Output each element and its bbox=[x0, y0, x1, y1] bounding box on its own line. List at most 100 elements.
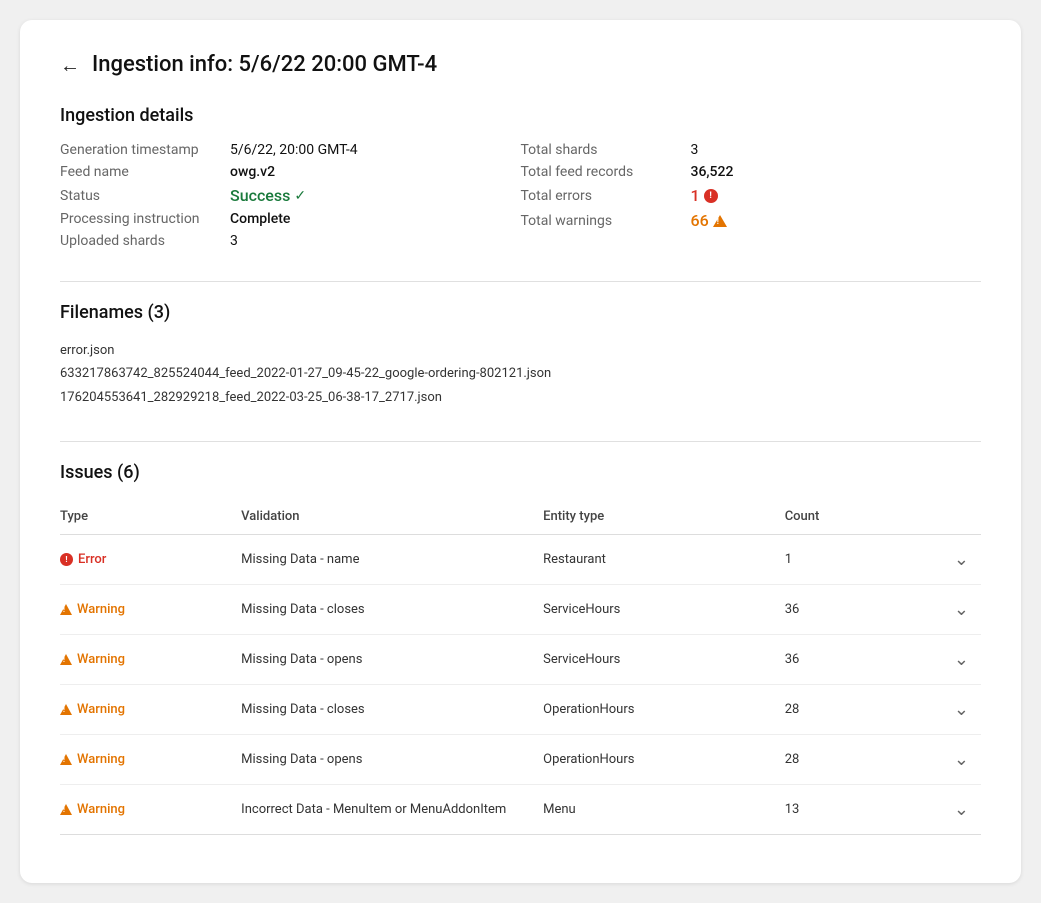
details-left-col: Generation timestamp 5/6/22, 20:00 GMT-4… bbox=[60, 142, 521, 249]
table-row[interactable]: Warning Missing Data - opensOperationHou… bbox=[60, 735, 981, 785]
processing-instruction-label: Processing instruction bbox=[60, 211, 230, 227]
total-errors-value: 1 ! bbox=[691, 186, 718, 205]
chevron-down-icon: ⌄ bbox=[954, 749, 969, 770]
ingestion-details-title: Ingestion details bbox=[60, 105, 981, 126]
table-row[interactable]: Warning Missing Data - closesServiceHour… bbox=[60, 585, 981, 635]
page-header: ← Ingestion info: 5/6/22 20:00 GMT-4 bbox=[60, 52, 981, 77]
processing-instruction-value: Complete bbox=[230, 211, 290, 227]
error-dot-icon: ! bbox=[704, 189, 718, 203]
page-title: Ingestion info: 5/6/22 20:00 GMT-4 bbox=[92, 52, 437, 77]
issues-column-header: Entity type bbox=[543, 499, 785, 535]
type-label: Warning bbox=[77, 602, 125, 617]
issue-count-cell: 36 bbox=[785, 635, 906, 685]
chevron-down-icon: ⌄ bbox=[954, 649, 969, 670]
issue-validation-cell: Missing Data - opens bbox=[241, 635, 543, 685]
type-error: ! Error bbox=[60, 552, 229, 567]
feed-name-label: Feed name bbox=[60, 164, 230, 180]
warning-icon bbox=[60, 604, 72, 615]
details-grid: Generation timestamp 5/6/22, 20:00 GMT-4… bbox=[60, 142, 981, 249]
warning-icon bbox=[60, 654, 72, 665]
status-value: Success ✓ bbox=[230, 186, 306, 205]
issue-validation-cell: Incorrect Data - MenuItem or MenuAddonIt… bbox=[241, 785, 543, 835]
status-label: Status bbox=[60, 188, 230, 204]
issue-validation-cell: Missing Data - closes bbox=[241, 685, 543, 735]
table-row[interactable]: Warning Missing Data - opensServiceHours… bbox=[60, 635, 981, 685]
total-shards-value: 3 bbox=[691, 142, 699, 158]
filename-item: 176204553641_282929218_feed_2022-03-25_0… bbox=[60, 386, 981, 409]
issue-type-cell: Warning bbox=[60, 735, 241, 785]
issue-count-cell: 28 bbox=[785, 685, 906, 735]
issue-entity-type-cell: Restaurant bbox=[543, 535, 785, 585]
issues-table-head: TypeValidationEntity typeCount bbox=[60, 499, 981, 535]
issue-entity-type-cell: Menu bbox=[543, 785, 785, 835]
table-row[interactable]: Warning Incorrect Data - MenuItem or Men… bbox=[60, 785, 981, 835]
uploaded-shards-label: Uploaded shards bbox=[60, 233, 230, 249]
issue-validation-cell: Missing Data - name bbox=[241, 535, 543, 585]
total-feed-records-value: 36,522 bbox=[691, 164, 734, 180]
generation-timestamp-row: Generation timestamp 5/6/22, 20:00 GMT-4 bbox=[60, 142, 521, 158]
expand-row-button[interactable]: ⌄ bbox=[905, 685, 981, 735]
expand-row-button[interactable]: ⌄ bbox=[905, 785, 981, 835]
type-warning: Warning bbox=[60, 752, 229, 767]
issues-table: TypeValidationEntity typeCount ! Error M… bbox=[60, 499, 981, 835]
type-warning: Warning bbox=[60, 702, 229, 717]
warning-icon bbox=[60, 754, 72, 765]
type-label: Warning bbox=[77, 702, 125, 717]
type-label: Warning bbox=[77, 802, 125, 817]
total-warnings-value: 66 bbox=[691, 211, 727, 230]
chevron-down-icon: ⌄ bbox=[954, 549, 969, 570]
filenames-list: error.json633217863742_825524044_feed_20… bbox=[60, 339, 981, 409]
filename-item: 633217863742_825524044_feed_2022-01-27_0… bbox=[60, 362, 981, 385]
details-right-col: Total shards 3 Total feed records 36,522… bbox=[521, 142, 982, 249]
issue-type-cell: Warning bbox=[60, 685, 241, 735]
warning-triangle-icon bbox=[713, 215, 727, 227]
total-shards-label: Total shards bbox=[521, 142, 691, 158]
feed-name-row: Feed name owg.v2 bbox=[60, 164, 521, 180]
total-warnings-row: Total warnings 66 bbox=[521, 211, 982, 230]
table-row[interactable]: ! Error Missing Data - nameRestaurant1 ⌄ bbox=[60, 535, 981, 585]
uploaded-shards-value: 3 bbox=[230, 233, 238, 249]
issues-title: Issues (6) bbox=[60, 462, 981, 483]
total-feed-records-label: Total feed records bbox=[521, 164, 691, 180]
uploaded-shards-row: Uploaded shards 3 bbox=[60, 233, 521, 249]
issues-header-row: TypeValidationEntity typeCount bbox=[60, 499, 981, 535]
status-row: Status Success ✓ bbox=[60, 186, 521, 205]
issue-entity-type-cell: ServiceHours bbox=[543, 635, 785, 685]
issue-validation-cell: Missing Data - opens bbox=[241, 735, 543, 785]
issue-entity-type-cell: OperationHours bbox=[543, 685, 785, 735]
divider-2 bbox=[60, 441, 981, 442]
table-row[interactable]: Warning Missing Data - closesOperationHo… bbox=[60, 685, 981, 735]
total-warnings-label: Total warnings bbox=[521, 213, 691, 229]
expand-column-header bbox=[905, 499, 981, 535]
issues-table-body: ! Error Missing Data - nameRestaurant1⌄ … bbox=[60, 535, 981, 835]
issue-type-cell: Warning bbox=[60, 785, 241, 835]
error-icon: ! bbox=[60, 553, 73, 566]
total-feed-records-row: Total feed records 36,522 bbox=[521, 164, 982, 180]
generation-timestamp-label: Generation timestamp bbox=[60, 142, 230, 158]
total-errors-row: Total errors 1 ! bbox=[521, 186, 982, 205]
expand-row-button[interactable]: ⌄ bbox=[905, 585, 981, 635]
issue-count-cell: 28 bbox=[785, 735, 906, 785]
issue-type-cell: Warning bbox=[60, 635, 241, 685]
type-warning: Warning bbox=[60, 602, 229, 617]
issue-count-cell: 1 bbox=[785, 535, 906, 585]
chevron-down-icon: ⌄ bbox=[954, 799, 969, 820]
issues-column-header: Type bbox=[60, 499, 241, 535]
expand-row-button[interactable]: ⌄ bbox=[905, 635, 981, 685]
back-button[interactable]: ← bbox=[60, 55, 80, 75]
issues-section: Issues (6) TypeValidationEntity typeCoun… bbox=[60, 462, 981, 835]
expand-row-button[interactable]: ⌄ bbox=[905, 535, 981, 585]
type-label: Warning bbox=[77, 752, 125, 767]
warning-icon bbox=[60, 804, 72, 815]
type-warning: Warning bbox=[60, 802, 229, 817]
issues-column-header: Count bbox=[785, 499, 906, 535]
expand-row-button[interactable]: ⌄ bbox=[905, 735, 981, 785]
processing-instruction-row: Processing instruction Complete bbox=[60, 211, 521, 227]
check-icon: ✓ bbox=[294, 188, 306, 204]
total-shards-row: Total shards 3 bbox=[521, 142, 982, 158]
chevron-down-icon: ⌄ bbox=[954, 599, 969, 620]
type-label: Warning bbox=[77, 652, 125, 667]
total-errors-label: Total errors bbox=[521, 188, 691, 204]
filename-item: error.json bbox=[60, 339, 981, 362]
type-label: Error bbox=[78, 552, 106, 567]
